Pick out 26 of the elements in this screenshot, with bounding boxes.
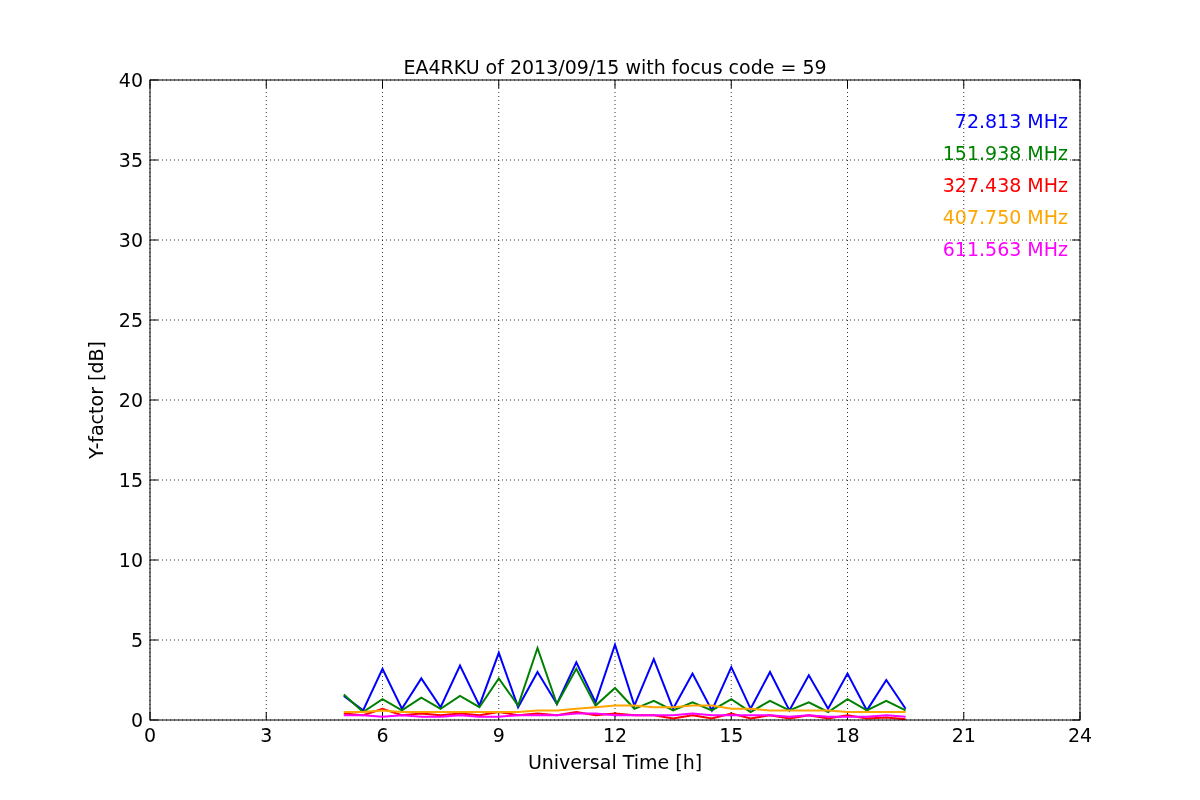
legend-label: 611.563 MHz <box>942 238 1068 260</box>
y-tick-label: 5 <box>130 629 143 651</box>
y-tick-label: 25 <box>118 309 143 331</box>
x-axis-label: Universal Time [h] <box>527 751 703 773</box>
legend-label: 327.438 MHz <box>942 174 1068 196</box>
y-tick-label: 15 <box>118 469 143 491</box>
y-axis-label: Y-factor [dB] <box>85 341 107 459</box>
x-tick-label: 6 <box>376 724 389 746</box>
x-tick-label: 3 <box>260 724 273 746</box>
y-tick-label: 20 <box>118 389 143 411</box>
legend-label: 407.750 MHz <box>942 206 1068 228</box>
y-tick-label: 10 <box>118 549 143 571</box>
x-tick-label: 9 <box>492 724 505 746</box>
x-tick-label: 15 <box>719 724 744 746</box>
x-tick-label: 12 <box>602 724 628 746</box>
y-tick-label: 30 <box>118 229 143 251</box>
y-tick-label: 0 <box>130 709 143 731</box>
chart-title: EA4RKU of 2013/09/15 with focus code = 59 <box>403 56 827 78</box>
x-tick-label: 18 <box>835 724 860 746</box>
y-tick-label: 40 <box>118 69 143 91</box>
x-tick-label: 0 <box>143 724 157 746</box>
legend-label: 72.813 MHz <box>954 110 1068 132</box>
x-tick-label: 21 <box>951 724 976 746</box>
legend-label: 151.938 MHz <box>942 142 1068 164</box>
x-tick-label: 24 <box>1067 724 1093 746</box>
y-tick-label: 35 <box>118 149 143 171</box>
